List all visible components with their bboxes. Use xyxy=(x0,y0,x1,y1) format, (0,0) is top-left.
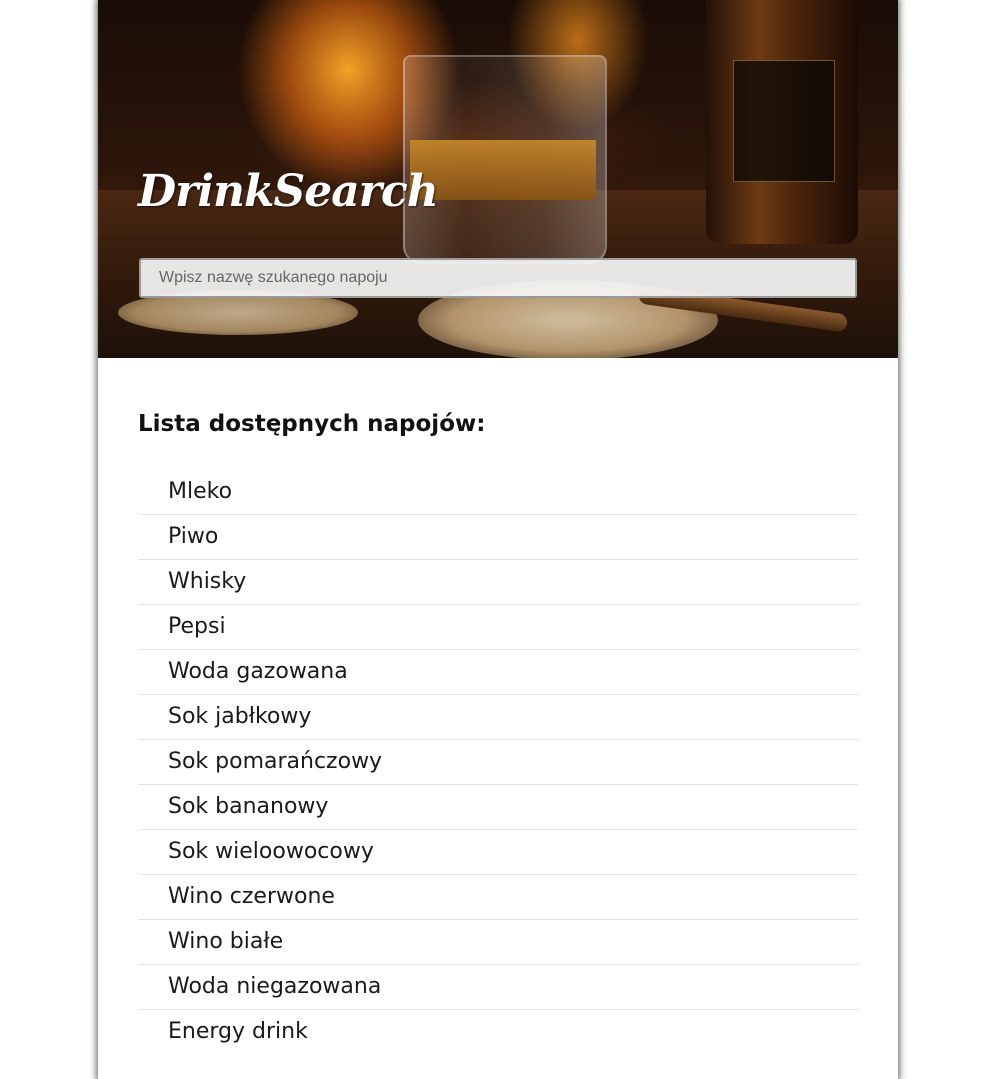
list-item: Wino białe xyxy=(138,920,858,965)
page-card: DrinkSearch Lista dostępnych napojów: Ml… xyxy=(98,0,898,1079)
list-item: Sok jabłkowy xyxy=(138,695,858,740)
list-item: Sok pomarańczowy xyxy=(138,740,858,785)
hero-bottle-label-image xyxy=(733,60,835,182)
list-item: Mleko xyxy=(138,470,858,515)
list-item: Pepsi xyxy=(138,605,858,650)
list-item: Woda niegazowana xyxy=(138,965,858,1010)
app-logo: DrinkSearch xyxy=(138,166,439,217)
list-item: Sok wieloowocowy xyxy=(138,830,858,875)
hero-banner: DrinkSearch xyxy=(98,0,898,358)
list-item: Woda gazowana xyxy=(138,650,858,695)
list-item: Whisky xyxy=(138,560,858,605)
list-heading: Lista dostępnych napojów: xyxy=(138,411,486,437)
list-item: Wino czerwone xyxy=(138,875,858,920)
list-item: Energy drink xyxy=(168,1019,308,1044)
drink-list: Mleko Piwo Whisky Pepsi Woda gazowana Sok jab… xyxy=(138,470,858,1055)
search-input[interactable] xyxy=(139,258,857,298)
list-item: Piwo xyxy=(138,515,858,560)
list-item: Sok bananowy xyxy=(138,785,858,830)
drink-list-section: Lista dostępnych napojów: Mleko Piwo Whisk… xyxy=(138,400,858,1055)
